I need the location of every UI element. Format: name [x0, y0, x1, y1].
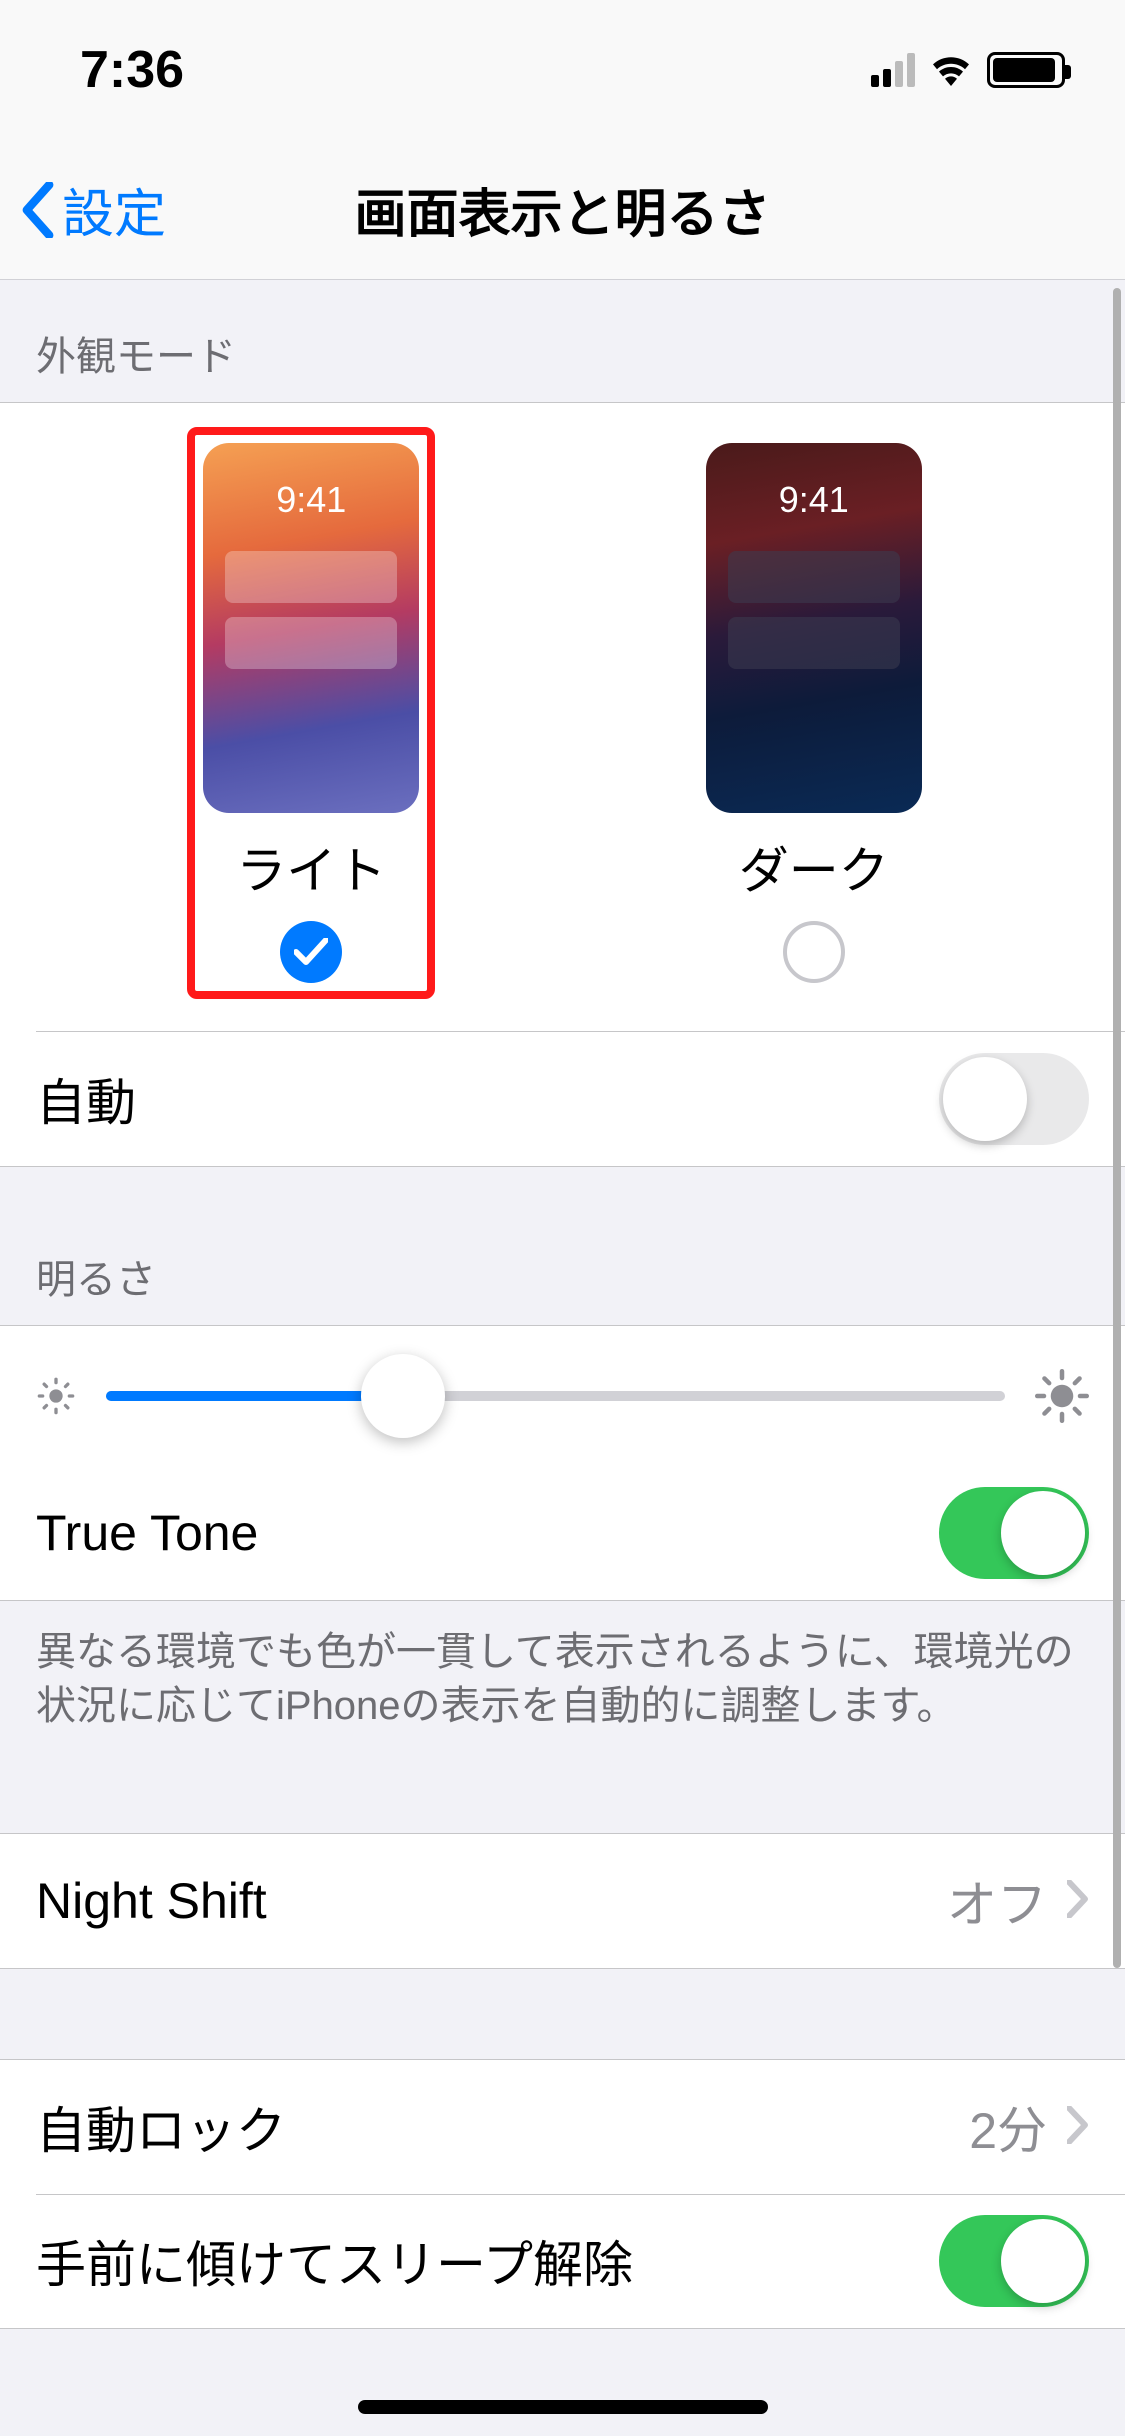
dark-radio-unchecked[interactable]	[783, 921, 845, 983]
sun-small-icon	[36, 1376, 76, 1416]
appearance-group: 9:41 ライト 9:41 ダーク	[0, 402, 1125, 1167]
light-label: ライト	[236, 831, 386, 903]
appearance-option-light[interactable]: 9:41 ライト	[203, 443, 419, 983]
raise-to-wake-cell: 手前に傾けてスリープ解除	[0, 2194, 1125, 2328]
status-icons	[871, 50, 1065, 91]
appearance-option-dark[interactable]: 9:41 ダーク	[706, 443, 922, 983]
truetone-label: True Tone	[36, 1504, 258, 1562]
page-title: 画面表示と明るさ	[0, 172, 1125, 247]
section-header-appearance: 外観モード	[0, 280, 1125, 402]
chevron-right-icon	[1067, 1880, 1089, 1923]
autolock-cell[interactable]: 自動ロック 2分	[0, 2060, 1125, 2194]
truetone-footer: 異なる環境でも色が一貫して表示されるように、環境光の状況に応じてiPhoneの表…	[0, 1601, 1125, 1743]
autolock-group: 自動ロック 2分 手前に傾けてスリープ解除	[0, 2059, 1125, 2329]
auto-toggle[interactable]	[939, 1053, 1089, 1145]
dark-preview-icon: 9:41	[706, 443, 922, 813]
raise-toggle[interactable]	[939, 2215, 1089, 2307]
nightshift-value: オフ	[947, 1865, 1047, 1937]
brightness-slider-cell	[0, 1326, 1125, 1466]
nightshift-label: Night Shift	[36, 1872, 267, 1930]
truetone-cell: True Tone	[0, 1466, 1125, 1600]
nav-bar: 設定 画面表示と明るさ	[0, 140, 1125, 280]
battery-icon	[987, 52, 1065, 88]
appearance-option-dark-wrapper: 9:41 ダーク	[694, 431, 934, 995]
nightshift-group: Night Shift オフ	[0, 1833, 1125, 1969]
status-time: 7:36	[80, 40, 184, 100]
raise-label: 手前に傾けてスリープ解除	[36, 2225, 633, 2297]
highlight-annotation: 9:41 ライト	[191, 431, 431, 995]
brightness-group: True Tone	[0, 1325, 1125, 1601]
chevron-left-icon	[20, 182, 56, 238]
autolock-label: 自動ロック	[36, 2091, 286, 2163]
home-indicator[interactable]	[358, 2400, 768, 2414]
wifi-icon	[927, 50, 975, 91]
light-radio-checked[interactable]	[280, 921, 342, 983]
auto-appearance-cell: 自動	[0, 1032, 1125, 1166]
status-bar: 7:36	[0, 0, 1125, 140]
dark-label: ダーク	[739, 831, 889, 903]
sun-large-icon	[1035, 1369, 1089, 1423]
auto-label: 自動	[36, 1063, 136, 1135]
light-preview-icon: 9:41	[203, 443, 419, 813]
preview-time: 9:41	[203, 479, 419, 521]
section-header-brightness: 明るさ	[0, 1167, 1125, 1325]
appearance-picker: 9:41 ライト 9:41 ダーク	[36, 403, 1125, 1032]
nightshift-cell[interactable]: Night Shift オフ	[0, 1834, 1125, 1968]
back-label: 設定	[62, 172, 166, 247]
back-button[interactable]: 設定	[20, 140, 166, 279]
truetone-toggle[interactable]	[939, 1487, 1089, 1579]
brightness-slider[interactable]	[106, 1391, 1005, 1401]
cellular-icon	[871, 53, 915, 87]
preview-time: 9:41	[706, 479, 922, 521]
chevron-right-icon	[1067, 2106, 1089, 2149]
checkmark-icon	[294, 938, 328, 966]
autolock-value: 2分	[969, 2091, 1047, 2163]
